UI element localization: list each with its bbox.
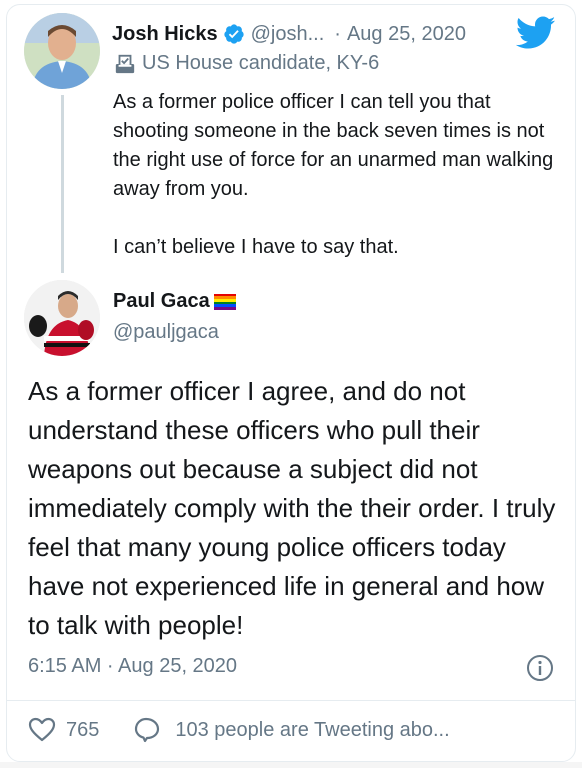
reply-bubble-icon[interactable] <box>133 716 161 744</box>
avatar-paul-gaca[interactable] <box>24 280 100 356</box>
action-bar: 765 103 people are Tweeting abo... <box>28 716 450 744</box>
reply-tweet-text: As a former officer I agree, and do not … <box>28 376 556 640</box>
parent-tweet-header: Josh Hicks @josh... · Aug 25, 2020 <box>112 18 466 50</box>
verified-badge-icon <box>223 24 244 44</box>
heart-icon[interactable] <box>28 717 56 743</box>
account-label-text: US House candidate, KY-6 <box>142 52 380 74</box>
account-label: US House candidate, KY-6 <box>114 52 379 75</box>
author-name[interactable]: Josh Hicks <box>112 23 218 46</box>
reply-author-row: Paul Gaca <box>113 290 236 313</box>
rainbow-flag-icon <box>213 293 236 310</box>
separator-dot: · <box>334 22 341 45</box>
like-count[interactable]: 765 <box>66 719 99 742</box>
avatar-josh-hicks[interactable] <box>24 13 100 89</box>
parent-paragraph-1: As a former police officer I can tell yo… <box>113 91 554 200</box>
reply-author-name[interactable]: Paul Gaca <box>113 290 210 313</box>
parent-tweet-text: As a former police officer I can tell yo… <box>113 88 563 262</box>
tweet-date[interactable]: Aug 25, 2020 <box>347 23 466 46</box>
people-tweeting-link[interactable]: 103 people are Tweeting abo... <box>175 719 449 742</box>
author-handle[interactable]: @josh... <box>251 23 325 46</box>
thread-connector-line <box>61 95 64 273</box>
actions-divider <box>6 700 576 701</box>
reply-author-handle[interactable]: @pauljgaca <box>113 321 219 344</box>
bottom-edge <box>0 762 582 768</box>
ballot-box-icon <box>115 54 135 73</box>
parent-paragraph-2: I can’t believe I have to say that. <box>113 236 399 258</box>
info-icon[interactable] <box>526 654 554 682</box>
reply-timestamp[interactable]: 6:15 AM · Aug 25, 2020 <box>28 655 237 678</box>
twitter-bird-icon <box>516 16 556 49</box>
